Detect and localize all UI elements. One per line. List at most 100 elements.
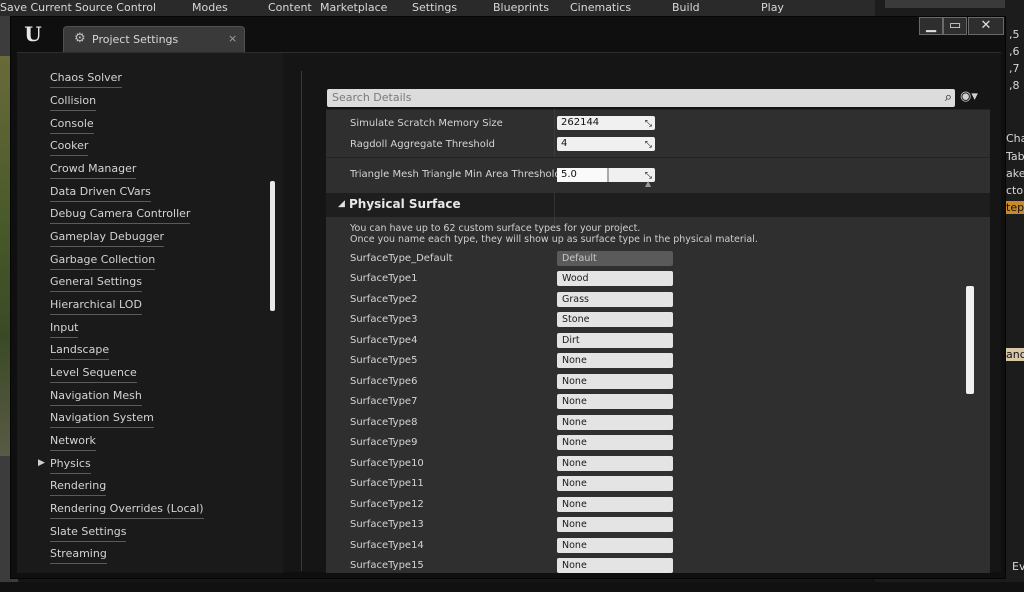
- sidebar-item-navigation-mesh[interactable]: Navigation Mesh: [50, 388, 142, 406]
- outliner-fragment: ,8: [1009, 79, 1020, 92]
- surface-field[interactable]: Dirt: [557, 333, 673, 348]
- surface-label: SurfaceType15: [350, 560, 424, 571]
- sidebar-item-landscape[interactable]: Landscape: [50, 342, 110, 360]
- toolbar-settings[interactable]: Settings: [412, 1, 457, 14]
- surface-label: SurfaceType2: [350, 294, 418, 305]
- surface-field[interactable]: None: [557, 538, 673, 553]
- sidebar-item-gameplay-debugger[interactable]: Gameplay Debugger: [50, 229, 164, 247]
- sidebar-item-console[interactable]: Console: [50, 116, 94, 134]
- surface-field[interactable]: None: [557, 415, 673, 430]
- sidebar-item-rendering[interactable]: Rendering: [50, 478, 107, 496]
- details-scrollbar[interactable]: [966, 286, 974, 394]
- surface-label: SurfaceType4: [350, 335, 418, 346]
- surface-field[interactable]: None: [557, 558, 673, 573]
- sidebar-item-network[interactable]: Network: [50, 433, 96, 451]
- simulate-scratch-memory-label: Simulate Scratch Memory Size: [350, 118, 503, 129]
- surface-label: SurfaceType6: [350, 376, 418, 387]
- outliner-fragment: ,6: [1009, 45, 1020, 58]
- triangle-mesh-threshold-label: Triangle Mesh Triangle Min Area Threshol…: [350, 169, 561, 180]
- section-title: Physical Surface: [349, 197, 461, 211]
- surface-field[interactable]: None: [557, 353, 673, 368]
- sidebar-scrollbar[interactable]: [270, 181, 275, 311]
- field-value: 5.0: [561, 169, 577, 180]
- surface-label: SurfaceType7: [350, 396, 418, 407]
- row-divider: [326, 157, 990, 158]
- details-panel: Simulate Scratch Memory Size 262144 ⤡ Ra…: [326, 109, 990, 573]
- toolbar-blueprints[interactable]: Blueprints: [493, 1, 549, 14]
- column-divider: [554, 109, 555, 157]
- sidebar-item-chaos-solver[interactable]: Chaos Solver: [50, 70, 122, 88]
- outliner-fragment: ,5: [1009, 28, 1020, 41]
- project-settings-window: U ⚙ Project Settings × ▁ ▭ ✕ Chaos Solve…: [10, 16, 1006, 579]
- surface-label: SurfaceType14: [350, 540, 424, 551]
- toolbar-source-control[interactable]: Source Control: [75, 1, 156, 14]
- sidebar-item-slate-settings[interactable]: Slate Settings: [50, 524, 127, 542]
- sidebar-item-collision[interactable]: Collision: [50, 93, 97, 111]
- search-details-input[interactable]: Search Details ⌕: [327, 89, 955, 107]
- ragdoll-aggregate-threshold-field[interactable]: 4 ⤡: [557, 137, 655, 151]
- toolbar-play[interactable]: Play: [761, 1, 784, 14]
- visibility-eye-icon[interactable]: ◉▾: [960, 89, 978, 104]
- minimize-button[interactable]: ▁: [919, 17, 943, 35]
- sidebar-item-general-settings[interactable]: General Settings: [50, 274, 142, 292]
- toolbar-modes[interactable]: Modes: [192, 1, 228, 14]
- tab-title: Project Settings: [92, 33, 179, 46]
- sidebar-item-crowd-manager[interactable]: Crowd Manager: [50, 161, 137, 179]
- sidebar-item-level-sequence[interactable]: Level Sequence: [50, 365, 137, 383]
- column-divider: [554, 193, 555, 217]
- toolbar-save-current[interactable]: Save Current: [0, 1, 72, 14]
- unreal-logo-icon: U: [24, 22, 42, 46]
- surface-label: SurfaceType9: [350, 437, 418, 448]
- panel-separator[interactable]: [301, 71, 302, 571]
- sidebar-item-streaming[interactable]: Streaming: [50, 546, 107, 564]
- surface-field[interactable]: None: [557, 517, 673, 532]
- sidebar-item-data-driven-cvars[interactable]: Data Driven CVars: [50, 184, 151, 202]
- surface-description-line1: You can have up to 62 custom surface typ…: [350, 223, 641, 234]
- sidebar-item-physics[interactable]: Physics: [50, 456, 91, 474]
- tab-project-settings[interactable]: ⚙ Project Settings ×: [63, 26, 245, 52]
- surface-label: SurfaceType3: [350, 314, 418, 325]
- surface-field[interactable]: None: [557, 374, 673, 389]
- collapse-arrow-icon[interactable]: ▲: [645, 179, 651, 188]
- surface-label: SurfaceType5: [350, 355, 418, 366]
- surface-label: SurfaceType10: [350, 458, 424, 469]
- spin-icon[interactable]: ⤡: [645, 117, 652, 131]
- close-button[interactable]: ✕: [968, 17, 1004, 35]
- surface-field[interactable]: None: [557, 456, 673, 471]
- surface-description-line2: Once you name each type, they will show …: [350, 234, 758, 245]
- simulate-scratch-memory-field[interactable]: 262144 ⤡: [557, 116, 655, 130]
- sidebar-item-input[interactable]: Input: [50, 320, 79, 338]
- tab-close-icon[interactable]: ×: [228, 32, 237, 45]
- sidebar-item-cooker[interactable]: Cooker: [50, 138, 89, 156]
- physical-surface-header[interactable]: ◢ Physical Surface: [326, 193, 990, 217]
- toolbar-marketplace[interactable]: Marketplace: [320, 1, 387, 14]
- triangle-mesh-threshold-field[interactable]: 5.0 ⤡: [557, 168, 655, 182]
- surface-field[interactable]: None: [557, 497, 673, 512]
- toolbar-build[interactable]: Build: [672, 1, 700, 14]
- surface-field[interactable]: None: [557, 435, 673, 450]
- sidebar-item-navigation-system[interactable]: Navigation System: [50, 410, 154, 428]
- expand-triangle-icon: ◢: [338, 199, 345, 209]
- spin-icon[interactable]: ⤡: [645, 138, 652, 152]
- sidebar-item-hierarchical-lod[interactable]: Hierarchical LOD: [50, 297, 142, 315]
- field-value: 262144: [561, 117, 600, 128]
- outliner-search[interactable]: [885, 0, 1005, 8]
- surface-field[interactable]: Stone: [557, 312, 673, 327]
- details-fragment: and: [1006, 348, 1024, 361]
- ragdoll-aggregate-threshold-label: Ragdoll Aggregate Threshold: [350, 139, 495, 150]
- toolbar-cinematics[interactable]: Cinematics: [570, 1, 631, 14]
- surface-field[interactable]: None: [557, 394, 673, 409]
- sidebar-item-debug-camera-controller[interactable]: Debug Camera Controller: [50, 206, 191, 224]
- details-fragment: Eve: [1012, 560, 1024, 573]
- surface-field[interactable]: None: [557, 476, 673, 491]
- surface-field[interactable]: Wood: [557, 271, 673, 286]
- toolbar-content[interactable]: Content: [268, 1, 312, 14]
- sidebar-item-garbage-collection[interactable]: Garbage Collection: [50, 252, 156, 270]
- outliner-fragment: ,7: [1009, 62, 1020, 75]
- maximize-button[interactable]: ▭: [943, 17, 967, 35]
- details-fragment: tep: [1006, 201, 1024, 214]
- sidebar-item-rendering-overrides[interactable]: Rendering Overrides (Local): [50, 501, 204, 519]
- details-fragment: Tab: [1006, 150, 1024, 163]
- surface-field[interactable]: Grass: [557, 292, 673, 307]
- settings-content: Chaos Solver Collision Console Cooker Cr…: [17, 52, 1001, 573]
